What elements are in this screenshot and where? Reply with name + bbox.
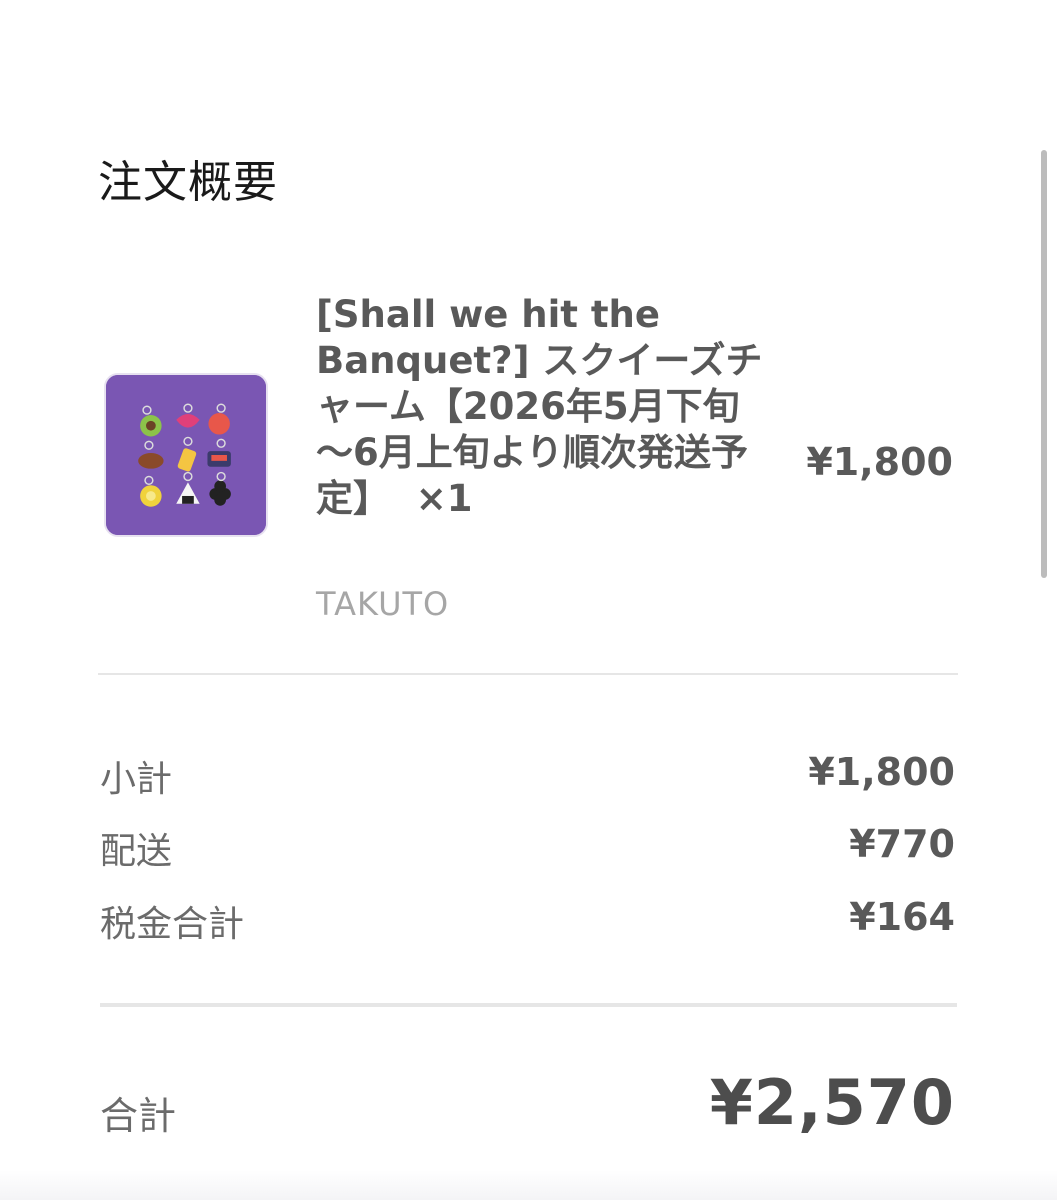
divider [98,673,958,675]
divider [100,1003,957,1007]
shipping-label: 配送 [100,831,173,872]
order-summary-title: 注文概要 [98,157,278,208]
product-price: ¥1,800 [806,440,953,484]
tax-label: 税金合計 [100,904,245,945]
product-title: [Shall we hit the Banquet?] スクイーズチャーム【20… [316,293,763,520]
scrollbar[interactable] [1041,150,1047,578]
total-label: 合計 [100,1094,177,1138]
shipping-value: ¥770 [849,822,955,866]
product-name[interactable]: [Shall we hit the Banquet?] スクイーズチャーム【20… [316,292,776,522]
product-vendor: TAKUTO [316,585,450,623]
product-photo-icon [106,375,266,535]
tax-value: ¥164 [849,895,955,939]
bottom-edge [0,1170,1057,1200]
total-value: ¥2,570 [709,1066,955,1139]
subtotal-value: ¥1,800 [808,750,955,794]
product-quantity: ×1 [415,477,473,520]
product-image [104,373,268,537]
subtotal-label: 小計 [100,759,173,800]
